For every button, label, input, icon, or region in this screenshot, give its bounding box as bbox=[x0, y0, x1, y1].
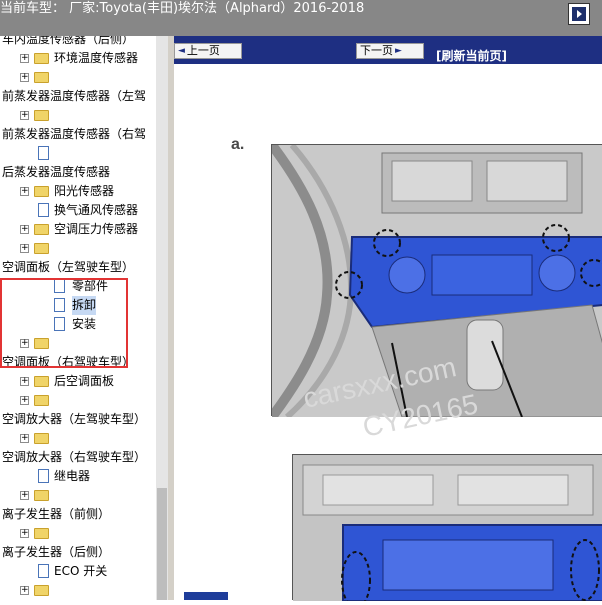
tree-item[interactable]: + 空调压力传感器 bbox=[0, 220, 156, 239]
step-label: a. bbox=[231, 136, 245, 153]
tree-item[interactable]: + 阳光传感器 bbox=[0, 182, 156, 201]
folder-icon bbox=[34, 53, 49, 64]
tree-item-label: 离子发生器（后侧） bbox=[2, 545, 111, 559]
expand-icon[interactable]: + bbox=[20, 377, 29, 386]
tree-item-label: 换气通风传感器 bbox=[54, 203, 139, 217]
vehicle-title: 当前车型： 厂家:Toyota(丰田)埃尔法（Alphard）2016-2018 bbox=[0, 1, 365, 16]
tree-item[interactable]: + bbox=[0, 239, 156, 258]
next-page-button[interactable]: 下一页 ► bbox=[356, 43, 424, 59]
document-icon bbox=[38, 564, 49, 578]
tree-item-label: 空调压力传感器 bbox=[54, 222, 139, 236]
folder-icon bbox=[34, 585, 49, 596]
tree-item-label: 阳光传感器 bbox=[54, 184, 115, 198]
expand-icon[interactable]: + bbox=[20, 244, 29, 253]
content-pane: ◄ 上一页 下一页 ► [刷新当前页] a. carsxxx.com CY201… bbox=[174, 36, 602, 605]
scrollbar-thumb[interactable] bbox=[157, 488, 167, 600]
folder-icon bbox=[34, 433, 49, 444]
tree-panel: 车内温度传感器（后侧） + 环境温度传感器 + 前蒸发器温度传感器（左驾 + 前蒸发器温度传… bbox=[0, 36, 156, 600]
expand-icon[interactable]: + bbox=[20, 586, 29, 595]
folder-icon bbox=[34, 376, 49, 387]
zoom-illustration bbox=[292, 454, 602, 605]
tree-item-label: 环境温度传感器 bbox=[54, 51, 139, 65]
folder-icon bbox=[34, 186, 49, 197]
expand-icon[interactable]: + bbox=[20, 434, 29, 443]
tree-item-label: 车内温度传感器（后侧） bbox=[2, 36, 135, 46]
document-icon bbox=[38, 146, 49, 160]
expand-icon[interactable]: + bbox=[20, 225, 29, 234]
zoom-drawing bbox=[293, 455, 602, 605]
title-bar: 当前车型： 厂家:Toyota(丰田)埃尔法（Alphard）2016-2018 bbox=[0, 0, 602, 36]
tree-item[interactable]: 空调放大器（右驾驶车型） bbox=[0, 448, 156, 467]
tree-item[interactable]: 前蒸发器温度传感器（左驾 bbox=[0, 87, 156, 106]
tree-item[interactable]: 车内温度传感器（后侧） bbox=[0, 36, 156, 49]
expand-icon[interactable]: + bbox=[20, 396, 29, 405]
expand-icon[interactable]: + bbox=[20, 187, 29, 196]
tree-scrollbar[interactable] bbox=[156, 36, 168, 600]
tree-item[interactable]: + bbox=[0, 486, 156, 505]
folder-icon bbox=[34, 528, 49, 539]
folder-icon bbox=[34, 224, 49, 235]
prev-arrow-icon: ◄ bbox=[178, 46, 185, 56]
tree-item-label: 空调放大器（左驾驶车型） bbox=[2, 412, 147, 426]
tree-item[interactable]: 离子发生器（前侧） bbox=[0, 505, 156, 524]
tree-item-label: 继电器 bbox=[54, 469, 91, 483]
tree-item[interactable]: 离子发生器（后侧） bbox=[0, 543, 156, 562]
expand-icon[interactable]: + bbox=[20, 491, 29, 500]
tree-item[interactable]: + bbox=[0, 524, 156, 543]
tree-item[interactable]: 前蒸发器温度传感器（右驾 bbox=[0, 125, 156, 144]
dashboard-illustration: carsxxx.com CY20165 bbox=[267, 142, 602, 443]
tree-item[interactable]: + 环境温度传感器 bbox=[0, 49, 156, 68]
tree-item-label: 空调面板（左驾驶车型） bbox=[2, 260, 135, 274]
tree-item[interactable]: 继电器 bbox=[0, 467, 156, 486]
folder-icon bbox=[34, 110, 49, 121]
tree-item[interactable]: 空调放大器（左驾驶车型） bbox=[0, 410, 156, 429]
expand-icon[interactable]: + bbox=[20, 111, 29, 120]
tree-item-label: ECO 开关 bbox=[54, 564, 108, 578]
expand-icon[interactable]: + bbox=[20, 54, 29, 63]
next-page-label: 下一页 bbox=[360, 44, 393, 57]
nav-bar: ◄ 上一页 下一页 ► [刷新当前页] bbox=[174, 36, 602, 64]
tree-item-label: 前蒸发器温度传感器（左驾 bbox=[2, 89, 147, 103]
tree-item[interactable]: 后蒸发器温度传感器 bbox=[0, 163, 156, 182]
tree-item-label: 后空调面板 bbox=[54, 374, 115, 388]
tree-item[interactable]: + bbox=[0, 429, 156, 448]
tree-item[interactable]: + bbox=[0, 581, 156, 600]
prev-page-label: 上一页 bbox=[186, 44, 220, 57]
prev-page-button[interactable]: ◄ 上一页 bbox=[174, 43, 242, 59]
tree-item[interactable]: + bbox=[0, 68, 156, 87]
tree-item-label: 离子发生器（前侧） bbox=[2, 507, 111, 521]
footer-button[interactable] bbox=[184, 592, 228, 600]
tree-item[interactable]: 换气通风传感器 bbox=[0, 201, 156, 220]
folder-icon bbox=[34, 72, 49, 83]
tree-item-label: 空调放大器（右驾驶车型） bbox=[2, 450, 147, 464]
exit-icon bbox=[572, 7, 586, 21]
tree-item[interactable]: 空调面板（左驾驶车型） bbox=[0, 258, 156, 277]
tree-item[interactable]: + 后空调面板 bbox=[0, 372, 156, 391]
tree-item-label: 后蒸发器温度传感器 bbox=[2, 165, 111, 179]
next-arrow-icon: ► bbox=[395, 46, 402, 56]
tree-item[interactable]: ECO 开关 bbox=[0, 562, 156, 581]
tree-item[interactable]: + bbox=[0, 391, 156, 410]
tree-item[interactable] bbox=[0, 144, 156, 163]
tree-item[interactable]: + bbox=[0, 106, 156, 125]
expand-icon[interactable]: + bbox=[20, 529, 29, 538]
folder-icon bbox=[34, 243, 49, 254]
document-icon bbox=[38, 469, 49, 483]
highlight-box bbox=[0, 278, 128, 368]
expand-icon[interactable]: + bbox=[20, 73, 29, 82]
tree-item-label: 前蒸发器温度传感器（右驾 bbox=[2, 127, 147, 141]
exit-button[interactable] bbox=[568, 3, 590, 25]
document-icon bbox=[38, 203, 49, 217]
folder-icon bbox=[34, 490, 49, 501]
folder-icon bbox=[34, 395, 49, 406]
refresh-link[interactable]: [刷新当前页] bbox=[436, 47, 507, 64]
